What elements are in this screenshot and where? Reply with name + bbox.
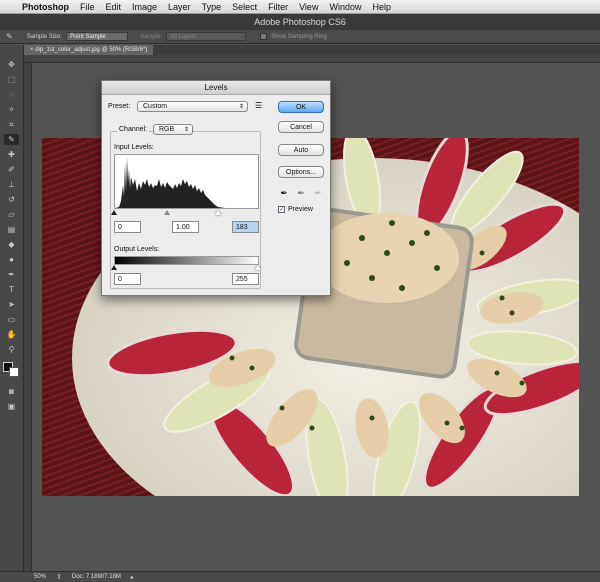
- options-button[interactable]: Options...: [278, 166, 324, 178]
- channel-label: Channel:: [117, 126, 150, 133]
- menu-bar: Photoshop File Edit Image Layer Type Sel…: [0, 0, 600, 14]
- preset-select[interactable]: Custom ⇕: [137, 101, 248, 112]
- channel-select[interactable]: RGB ⇕: [153, 124, 193, 135]
- white-eyedropper-icon[interactable]: ✒: [312, 187, 324, 199]
- levels-dialog-title: Levels: [102, 81, 330, 95]
- vertical-ruler: [24, 63, 32, 571]
- document-tab-label: dip_1st_color_adjust.jpg @ 50% (RGB/8*): [35, 47, 148, 53]
- healing-brush-icon[interactable]: ✚: [4, 149, 19, 160]
- blur-tool-icon[interactable]: ◆: [4, 239, 19, 250]
- show-sampling-ring-checkbox[interactable]: [260, 33, 268, 40]
- quick-select-tool-icon[interactable]: ✧: [4, 104, 19, 115]
- status-menu-arrow-icon[interactable]: ▸: [131, 574, 134, 581]
- preset-value: Custom: [143, 103, 168, 110]
- app-menu[interactable]: Photoshop: [22, 2, 69, 12]
- gradient-tool-icon[interactable]: ▤: [4, 224, 19, 235]
- sample-select[interactable]: All Layers: [166, 32, 247, 41]
- menu-help[interactable]: Help: [372, 2, 391, 12]
- preview-label: Preview: [288, 206, 313, 213]
- history-brush-icon[interactable]: ↺: [4, 194, 19, 205]
- background-color-swatch[interactable]: [9, 367, 19, 377]
- sample-size-label: Sample Size:: [26, 33, 63, 40]
- input-white-field[interactable]: 183: [232, 221, 259, 233]
- options-bar: ✎ Sample Size: Point Sample Sample: All …: [0, 30, 600, 44]
- menu-file[interactable]: File: [80, 2, 95, 12]
- path-select-icon[interactable]: ➤: [4, 299, 19, 310]
- input-white-point-handle[interactable]: [215, 210, 221, 215]
- zoom-tool-icon[interactable]: ⚲: [4, 344, 19, 355]
- input-black-field[interactable]: 0: [114, 221, 141, 233]
- share-icon[interactable]: ⇪: [56, 573, 62, 581]
- menu-edit[interactable]: Edit: [106, 2, 122, 12]
- menu-select[interactable]: Select: [232, 2, 257, 12]
- hand-tool-icon[interactable]: ✋: [4, 329, 19, 340]
- histogram: [114, 154, 259, 209]
- output-levels-slider: [111, 265, 261, 271]
- menu-filter[interactable]: Filter: [268, 2, 288, 12]
- show-sampling-ring-label: Show Sampling Ring: [271, 33, 327, 40]
- type-tool-icon[interactable]: T: [4, 284, 19, 295]
- eyedropper-tool-icon[interactable]: ✎: [6, 32, 13, 41]
- gray-eyedropper-icon[interactable]: ✒: [295, 187, 307, 199]
- marquee-tool-icon[interactable]: ⬚: [4, 74, 19, 85]
- brush-tool-icon[interactable]: ✐: [4, 164, 19, 175]
- move-tool-icon[interactable]: ✥: [4, 59, 19, 70]
- sample-size-select[interactable]: Point Sample: [66, 32, 129, 41]
- zoom-level[interactable]: 50%: [34, 574, 46, 580]
- tools-panel: ✥ ⬚ ◌ ✧ ⌗ ✎ ✚ ✐ ⊥ ↺ ▱ ▤ ◆ ● ✒ T ➤ ▭ ✋ ⚲ …: [0, 45, 24, 582]
- document-info: Doc: 7.18M/7.18M: [71, 574, 121, 580]
- menu-window[interactable]: Window: [329, 2, 361, 12]
- output-white-handle[interactable]: [255, 265, 261, 270]
- preset-options-icon[interactable]: ☰: [255, 101, 262, 110]
- quick-mask-icon[interactable]: ◙: [4, 386, 19, 397]
- output-black-handle[interactable]: [111, 265, 117, 270]
- input-black-point-handle[interactable]: [111, 210, 117, 215]
- menu-view[interactable]: View: [299, 2, 318, 12]
- screen-mode-icon[interactable]: ▣: [4, 401, 19, 412]
- menu-layer[interactable]: Layer: [168, 2, 191, 12]
- menu-image[interactable]: Image: [132, 2, 157, 12]
- document-tab-bar: × dip_1st_color_adjust.jpg @ 50% (RGB/8*…: [24, 45, 600, 55]
- input-levels-slider: [111, 210, 259, 217]
- pen-tool-icon[interactable]: ✒: [4, 269, 19, 280]
- input-gamma-field[interactable]: 1.00: [172, 221, 199, 233]
- preset-label: Preset:: [108, 103, 131, 110]
- input-gamma-handle[interactable]: [164, 210, 170, 215]
- rectangle-tool-icon[interactable]: ▭: [4, 314, 19, 325]
- input-levels-label: Input Levels:: [114, 144, 154, 151]
- chevron-updown-icon: ⇕: [183, 127, 189, 133]
- channel-value: RGB: [159, 126, 175, 133]
- levels-dialog: Levels Preset: Custom ⇕ ☰ Channel: RGB ⇕…: [101, 80, 331, 296]
- output-black-field[interactable]: 0: [114, 273, 141, 285]
- chevron-updown-icon: ⇕: [238, 104, 244, 110]
- clone-stamp-icon[interactable]: ⊥: [4, 179, 19, 190]
- eraser-icon[interactable]: ▱: [4, 209, 19, 220]
- histogram-graph: [115, 157, 225, 208]
- menu-type[interactable]: Type: [202, 2, 222, 12]
- horizontal-ruler: [24, 55, 600, 63]
- auto-button[interactable]: Auto: [278, 144, 324, 156]
- document-tab-close-icon[interactable]: ×: [30, 47, 34, 53]
- preview-option[interactable]: ✓ Preview: [278, 206, 313, 213]
- sample-label: Sample:: [140, 33, 163, 40]
- black-eyedropper-icon[interactable]: ✒: [278, 187, 290, 199]
- document-tab[interactable]: × dip_1st_color_adjust.jpg @ 50% (RGB/8*…: [24, 45, 154, 55]
- output-levels-label: Output Levels:: [114, 246, 160, 253]
- ok-button[interactable]: OK: [278, 101, 324, 113]
- crop-tool-icon[interactable]: ⌗: [4, 119, 19, 130]
- window-title: Adobe Photoshop CS6: [0, 14, 600, 30]
- output-gradient-bar: [114, 256, 259, 265]
- cancel-button[interactable]: Cancel: [278, 121, 324, 133]
- eyedropper-icon[interactable]: ✎: [4, 134, 19, 145]
- output-white-field[interactable]: 255: [232, 273, 259, 285]
- preview-checkbox[interactable]: ✓: [278, 206, 285, 213]
- lasso-tool-icon[interactable]: ◌: [4, 89, 19, 100]
- dodge-tool-icon[interactable]: ●: [4, 254, 19, 265]
- status-bar: 50% ⇪ Doc: 7.18M/7.18M ▸: [0, 571, 600, 582]
